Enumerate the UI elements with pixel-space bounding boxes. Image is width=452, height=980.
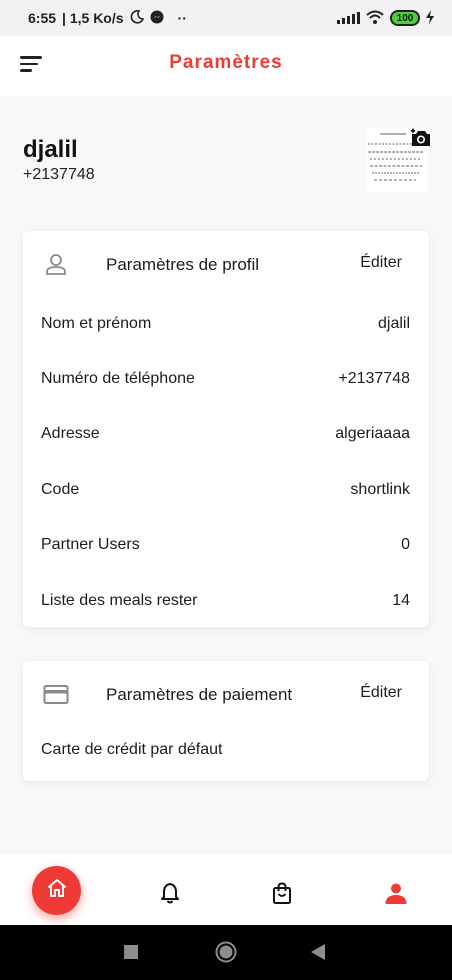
- status-bar: 6:55 | 1,5 Ko/s ·· 100: [0, 0, 452, 36]
- user-name: djalil: [23, 136, 78, 163]
- profile-settings-card: Paramètres de profil Éditer Nom et préno…: [23, 231, 429, 627]
- profile-row[interactable]: Nom et prénom djalil: [23, 296, 429, 351]
- profile-row-value: 14: [392, 591, 410, 609]
- system-nav-bar: [0, 925, 452, 980]
- default-credit-card-label: Carte de crédit par défaut: [41, 741, 223, 758]
- back-button[interactable]: [311, 944, 325, 965]
- user-icon[interactable]: [384, 882, 407, 904]
- home-button[interactable]: [32, 866, 81, 915]
- status-dots: ··: [177, 10, 187, 26]
- app-header: Paramètres: [0, 36, 452, 96]
- profile-row-value: djalil: [377, 314, 410, 332]
- user-outline-icon: [43, 251, 69, 277]
- profile-row-label: Nom et prénom: [41, 314, 152, 332]
- profile-settings-title: Paramètres de profil: [106, 255, 260, 274]
- bell-icon[interactable]: [159, 882, 181, 904]
- bottom-nav: [0, 855, 452, 925]
- credit-card-icon: [43, 681, 69, 707]
- home-icon: [47, 878, 67, 903]
- moon-icon: [130, 9, 144, 27]
- profile-row[interactable]: Partner Users 0: [23, 518, 429, 573]
- page-title: Paramètres: [169, 52, 283, 73]
- charging-icon: [426, 9, 434, 27]
- status-time: 6:55: [28, 10, 57, 26]
- signal-icon: [337, 12, 360, 24]
- battery-icon: 100: [390, 10, 420, 26]
- status-speed: | 1,5 Ko/s: [62, 10, 124, 26]
- payment-settings-header: Paramètres de paiement Éditer: [23, 661, 429, 725]
- payment-settings-title: Paramètres de paiement: [106, 685, 293, 704]
- shopping-bag-icon[interactable]: [271, 882, 293, 904]
- profile-row-label: Partner Users: [41, 536, 140, 554]
- profile-settings-header: Paramètres de profil Éditer: [23, 231, 429, 295]
- profile-row-label: Liste des meals rester: [41, 591, 198, 609]
- profile-row[interactable]: Adresse algeriaaaa: [23, 407, 429, 462]
- default-credit-card-row[interactable]: Carte de crédit par défaut: [23, 725, 429, 775]
- wifi-icon: [366, 10, 384, 27]
- messenger-icon: [150, 10, 164, 27]
- user-phone: +2137748: [23, 166, 95, 183]
- profile-row-label: Adresse: [41, 425, 100, 443]
- home-system-button[interactable]: [215, 941, 237, 968]
- profile-row-value: shortlink: [350, 480, 410, 498]
- profile-row-label: Code: [41, 480, 80, 498]
- profile-row[interactable]: Liste des meals rester 14: [23, 573, 429, 628]
- profile-row-value: algeriaaaa: [335, 425, 410, 443]
- profile-row[interactable]: Code shortlink: [23, 462, 429, 517]
- payment-settings-card: Paramètres de paiement Éditer Carte de c…: [23, 661, 429, 781]
- profile-row-label: Numéro de téléphone: [41, 370, 195, 388]
- profile-row-value: +2137748: [338, 370, 410, 388]
- edit-payment-button[interactable]: Éditer: [360, 684, 402, 702]
- edit-profile-button[interactable]: Éditer: [360, 254, 402, 272]
- profile-row-value: 0: [401, 536, 410, 554]
- camera-icon[interactable]: [410, 128, 432, 148]
- profile-row[interactable]: Numéro de téléphone +2137748: [23, 351, 429, 406]
- recents-button[interactable]: [124, 945, 138, 964]
